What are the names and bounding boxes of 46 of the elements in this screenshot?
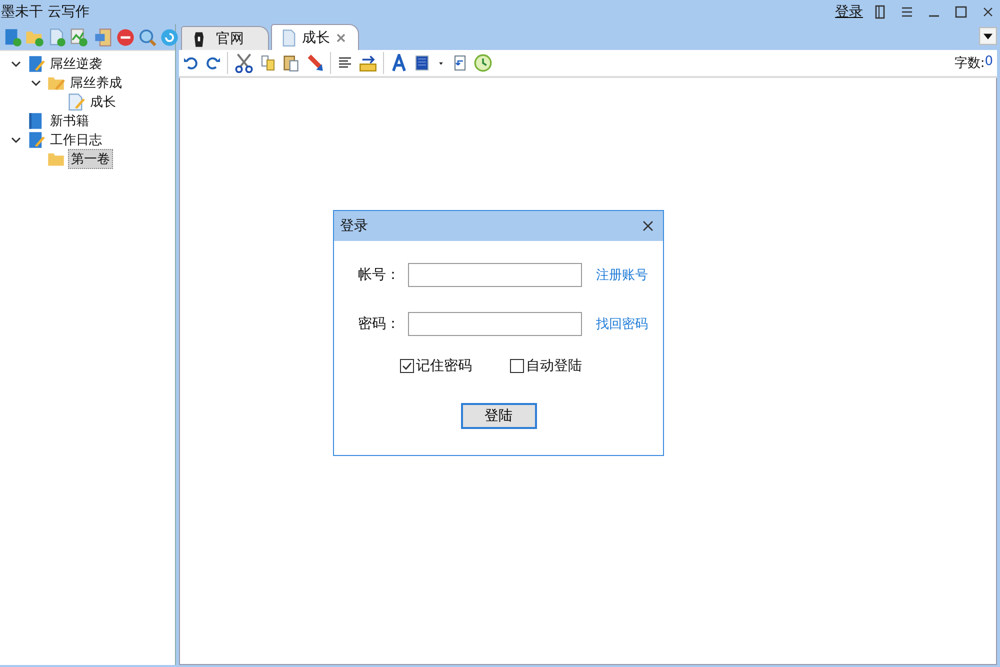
insert-icon[interactable]: [452, 55, 468, 71]
tree-item[interactable]: 屌丝逆袭: [48, 54, 104, 72]
field-label: 密码：: [357, 315, 400, 333]
eraser-icon[interactable]: [306, 54, 324, 72]
checkbox-label: 自动登陆: [526, 357, 582, 375]
tree-item[interactable]: 新书籍: [48, 112, 91, 130]
dropdown-icon[interactable]: [979, 27, 997, 45]
link[interactable]: 找回密码: [596, 315, 648, 333]
tree-item[interactable]: 工作日志: [48, 130, 104, 148]
add-page-icon[interactable]: [47, 28, 66, 46]
tree-item[interactable]: 屌丝养成: [68, 74, 124, 92]
search-icon[interactable]: [138, 28, 157, 46]
checkbox[interactable]: [400, 359, 414, 373]
clock-icon[interactable]: [474, 54, 492, 72]
word-count-label: 字数:: [954, 55, 985, 72]
link[interactable]: 注册账号: [596, 266, 648, 284]
font-icon[interactable]: [390, 54, 408, 72]
chapter-icon: [67, 92, 85, 110]
field-label: 帐号：: [357, 266, 400, 284]
input-field[interactable]: [408, 312, 582, 336]
login-link[interactable]: 登录: [835, 3, 863, 21]
ruler-icon[interactable]: [359, 54, 377, 72]
input-field[interactable]: [408, 263, 582, 287]
maximize-icon[interactable]: [953, 4, 969, 20]
book-icon: [27, 54, 45, 72]
tree-item[interactable]: 第一卷: [68, 148, 113, 168]
dialog-title: 登录: [340, 217, 368, 235]
refresh-icon[interactable]: [160, 28, 179, 46]
scissors-icon[interactable]: [234, 53, 254, 73]
redo-icon[interactable]: [205, 55, 221, 71]
tree-item[interactable]: 成长: [88, 92, 118, 110]
link-page-icon[interactable]: [69, 28, 88, 46]
login-button[interactable]: 登陆: [460, 403, 536, 429]
window-title: 墨未干 云写作: [1, 3, 90, 21]
paste-icon[interactable]: [282, 54, 300, 72]
tab[interactable]: 官网: [181, 26, 269, 50]
book-icon: [27, 130, 45, 148]
copy-icon[interactable]: [260, 55, 276, 71]
color-block-icon[interactable]: [414, 55, 430, 71]
word-count: 0: [984, 54, 993, 71]
checkbox-label: 记住密码: [416, 357, 472, 375]
checkbox[interactable]: [510, 359, 524, 373]
page-icon: [280, 28, 298, 46]
delete-icon[interactable]: [116, 28, 135, 46]
tab[interactable]: 成长: [271, 24, 359, 50]
undo-icon[interactable]: [183, 55, 199, 71]
